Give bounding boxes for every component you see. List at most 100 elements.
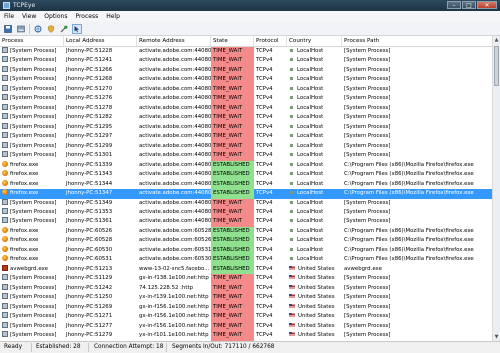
maximize-button[interactable]: □ — [462, 1, 476, 9]
cell-remote-address: activate.adobe.com:44080 — [139, 104, 211, 111]
cell-local-address: Jhonny-PC:60526 — [66, 227, 113, 234]
table-row[interactable]: [System Process] Jhonny-PC:51301 activate.… — [0, 151, 500, 161]
vertical-scrollbar[interactable]: ▲ ▼ — [492, 36, 500, 341]
cell-process-path: [System Process] — [344, 142, 391, 149]
process-icon — [2, 56, 8, 63]
disk-icon[interactable] — [16, 24, 26, 34]
table-row[interactable]: firefox.exe Jhonny-PC:51343 activate.adobe… — [0, 170, 500, 180]
us-flag-icon — [289, 332, 295, 337]
table-row[interactable]: [System Process] Jhonny-PC:51270 activate.… — [0, 84, 500, 95]
process-name: [System Process] — [10, 104, 57, 111]
table-row[interactable]: [System Process] Jhonny-PC:51278 activate.… — [0, 103, 500, 114]
cell-local-address: Jhonny-PC:51279 — [66, 332, 113, 339]
table-row[interactable]: [System Process] Jhonny-PC:51299 activate.… — [0, 141, 500, 152]
table-row[interactable]: firefox.exe Jhonny-PC:51344 activate.adobe… — [0, 179, 500, 190]
table-row[interactable]: [System Process] Jhonny-PC:51279 yx-in-f10… — [0, 331, 500, 341]
cell-process-path: C:\Program Files (x86)\Mozilla Firefox\f… — [344, 180, 474, 187]
cell-process-path: [System Process] — [344, 332, 391, 339]
table-row[interactable]: firefox.exe Jhonny-PC:60526 activate.adobe… — [0, 226, 500, 237]
menu-view[interactable]: View — [18, 13, 40, 20]
table-row[interactable]: [System Process] Jhonny-PC:51271 gx-in-f15… — [0, 312, 500, 322]
table-row[interactable]: [System Process] Jhonny-PC:51277 yx-in-f15… — [0, 321, 500, 332]
us-flag-icon — [289, 322, 295, 327]
table-row[interactable]: [System Process] Jhonny-PC:51353 activate.… — [0, 207, 500, 218]
table-row[interactable]: [System Process] Jhonny-PC:51276 activate.… — [0, 94, 500, 104]
close-button[interactable]: ✕ — [477, 1, 497, 9]
column-header-remote-address[interactable]: Remote Address — [137, 36, 211, 46]
table-row[interactable]: [System Process] Jhonny-PC:51268 activate.… — [0, 75, 500, 85]
scroll-down-icon[interactable]: ▼ — [493, 333, 500, 341]
minimize-button[interactable]: – — [447, 1, 461, 9]
localhost-icon — [290, 143, 293, 147]
table-row[interactable]: firefox.exe Jhonny-PC:60528 activate.adobe… — [0, 236, 500, 246]
cell-local-address: Jhonny-PC:51299 — [66, 142, 113, 149]
column-header-state[interactable]: State — [211, 36, 254, 46]
country-name: LocalHost — [297, 199, 324, 206]
localhost-icon — [290, 200, 293, 204]
cell-country: LocalHost — [287, 170, 342, 179]
table-row[interactable]: avwebgrd.exe Jhonny-PC:51213 www-13-02-snc… — [0, 264, 500, 275]
cell-protocol: TCPv4 — [256, 256, 273, 263]
table-row[interactable]: firefox.exe Jhonny-PC:60530 activate.adobe… — [0, 245, 500, 256]
table-row[interactable]: firefox.exe Jhonny-PC:51347 activate.adobe… — [0, 189, 500, 199]
cell-state: TIME_WAIT — [211, 113, 254, 123]
us-flag-icon — [289, 284, 295, 289]
cell-protocol: TCPv4 — [256, 114, 273, 121]
table-row[interactable]: [System Process] Jhonny-PC:51266 activate.… — [0, 65, 500, 76]
table-row[interactable]: [System Process] Jhonny-PC:51361 activate.… — [0, 217, 500, 227]
menu-process[interactable]: Process — [71, 13, 102, 20]
table-row[interactable]: [System Process] Jhonny-PC:51129 gx-in-f13… — [0, 274, 500, 284]
table-row[interactable]: [System Process] Jhonny-PC:51228 activate.… — [0, 47, 500, 57]
process-icon — [2, 255, 8, 262]
column-header-country[interactable]: Country — [287, 36, 342, 46]
cell-remote-address: activate.adobe.com:60530 — [139, 256, 211, 263]
scroll-thumb[interactable] — [494, 46, 499, 86]
cell-remote-address: activate.adobe.com:44080 — [139, 114, 211, 121]
table-row[interactable]: firefox.exe Jhonny-PC:51339 activate.adobe… — [0, 160, 500, 171]
table-row[interactable]: [System Process] Jhonny-PC:51349 activate.… — [0, 198, 500, 208]
localhost-icon — [290, 49, 293, 52]
cell-remote-address: yx-in-f101.1e100.net:http — [139, 332, 209, 339]
process-name: [System Process] — [10, 57, 57, 64]
save-icon[interactable] — [3, 24, 13, 34]
column-header-local-address[interactable]: Local Address — [64, 36, 137, 46]
table-row[interactable]: [System Process] Jhonny-PC:51241 activate.… — [0, 56, 500, 66]
menu-file[interactable]: File — [0, 13, 18, 20]
column-header-process-path[interactable]: Process Path — [342, 36, 500, 46]
cell-country: LocalHost — [287, 142, 342, 151]
table-row[interactable]: [System Process] Jhonny-PC:51250 yx-in-f13… — [0, 293, 500, 303]
process-icon — [2, 217, 8, 224]
menu-options[interactable]: Options — [40, 13, 71, 20]
table-row[interactable]: [System Process] Jhonny-PC:51295 activate.… — [0, 122, 500, 133]
select-icon[interactable] — [72, 23, 82, 34]
scroll-up-icon[interactable]: ▲ — [493, 36, 500, 44]
process-icon — [2, 198, 8, 205]
localhost-icon — [290, 77, 293, 81]
tools-icon[interactable] — [59, 24, 69, 34]
connection-icon[interactable] — [33, 24, 43, 34]
column-header-protocol[interactable]: Protocol — [254, 36, 287, 46]
cell-country: United States — [287, 303, 342, 312]
status-ready: Ready — [4, 344, 22, 350]
cell-state: TIME_WAIT — [211, 198, 254, 208]
shield-icon[interactable] — [46, 24, 56, 34]
menu-help[interactable]: Help — [102, 13, 124, 20]
cell-state: ESTABLISHED — [211, 226, 254, 237]
table-row[interactable]: [System Process] Jhonny-PC:51242 74.125.22… — [0, 283, 500, 294]
process-icon — [2, 103, 8, 110]
status-bar: Ready Established: 28 Connection Attempt… — [0, 341, 500, 353]
cell-country: LocalHost — [287, 255, 342, 264]
table-row[interactable]: [System Process] Jhonny-PC:51297 activate.… — [0, 132, 500, 142]
column-header-process[interactable]: Process — [0, 36, 64, 46]
localhost-icon — [290, 238, 293, 242]
status-connection-attempt: Connection Attempt: 18 — [94, 344, 164, 350]
localhost-icon — [290, 67, 293, 71]
cell-process: [System Process] — [0, 293, 64, 302]
process-name: [System Process] — [10, 303, 57, 310]
cell-process: firefox.exe — [0, 245, 64, 255]
table-row[interactable]: [System Process] Jhonny-PC:51282 activate.… — [0, 113, 500, 123]
cell-state: TIME_WAIT — [211, 75, 254, 85]
table-row[interactable]: [System Process] Jhonny-PC:51269 gx-in-f15… — [0, 302, 500, 313]
table-row[interactable]: firefox.exe Jhonny-PC:60531 activate.adobe… — [0, 255, 500, 265]
cell-country: United States — [287, 312, 342, 321]
